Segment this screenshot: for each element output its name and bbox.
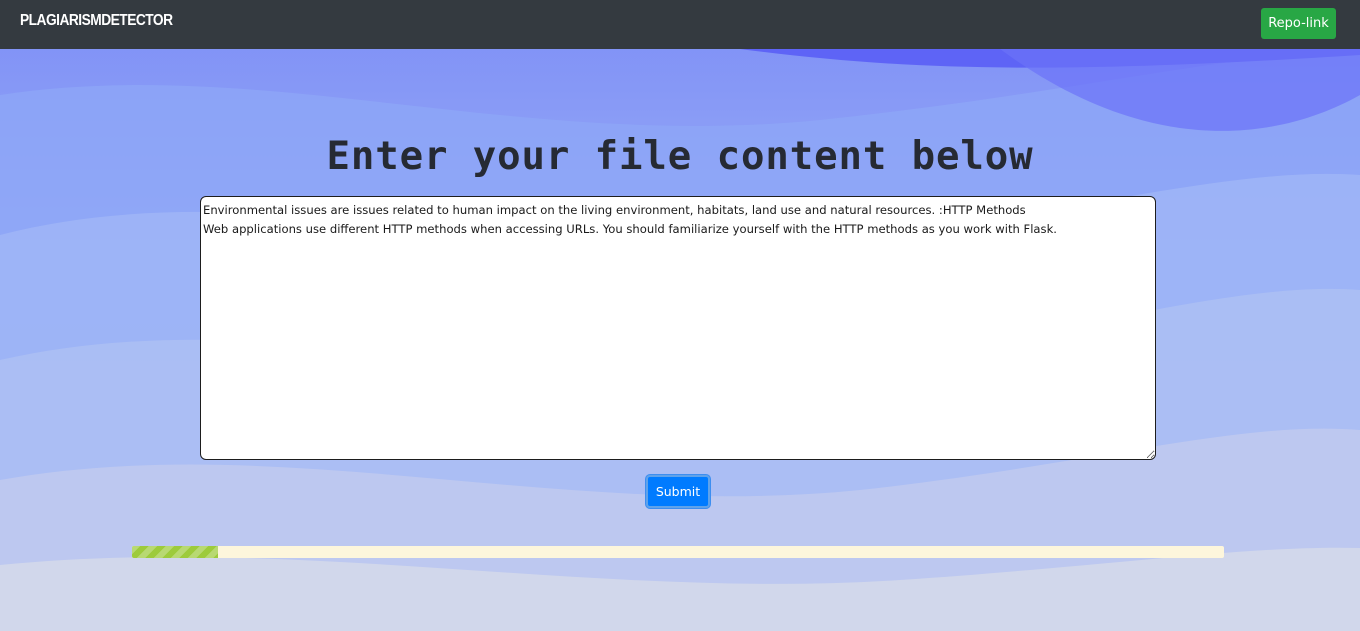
repo-link-button[interactable]: Repo-link xyxy=(1261,8,1336,39)
progress-bar xyxy=(132,546,1224,558)
progress-bar-fill xyxy=(132,546,219,558)
page-title: Enter your file content below xyxy=(326,134,1034,179)
submit-button[interactable]: Submit xyxy=(646,475,710,508)
navbar: PLAGIARISMDETECTOR Repo-link xyxy=(0,0,1360,49)
file-content-textarea[interactable]: Environmental issues are issues related … xyxy=(200,196,1156,460)
brand-logo[interactable]: PLAGIARISMDETECTOR xyxy=(20,12,173,30)
